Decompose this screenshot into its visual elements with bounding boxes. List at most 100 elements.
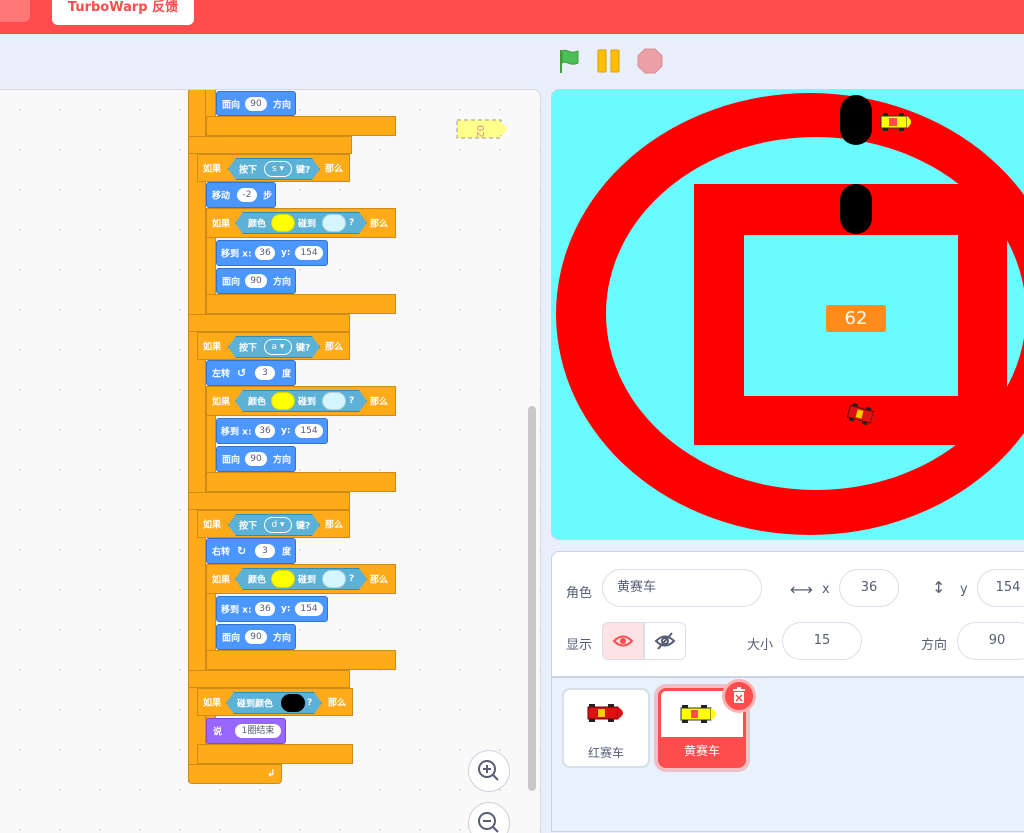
loop-arrow-icon: ↲	[267, 768, 276, 780]
show-hidden-button[interactable]	[644, 622, 686, 660]
if-end-cap	[188, 492, 350, 510]
key-pressed-sensing[interactable]: 按下 d ▾ 键?	[228, 514, 320, 536]
pause-icon[interactable]	[596, 48, 622, 74]
show-visible-button[interactable]	[602, 622, 644, 660]
rotate-right-icon: ↻	[237, 544, 247, 558]
zoom-in-button[interactable]	[468, 750, 510, 792]
zoom-out-icon	[478, 812, 499, 833]
y-axis-icon: ↕	[932, 578, 946, 597]
if-color-touching-block[interactable]: 如果 颜色 碰到 ? 那么	[206, 386, 396, 416]
direction-field[interactable]: 90	[957, 622, 1024, 660]
sprite-card-label: 红赛车	[587, 746, 624, 760]
direction-input[interactable]: 90	[245, 452, 267, 466]
stop-icon[interactable]	[637, 48, 663, 74]
key-pressed-sensing[interactable]: 按下 s ▾ 键?	[228, 158, 320, 180]
stage-canvas[interactable]: 62	[551, 89, 1024, 540]
color-swatch-lightcyan[interactable]	[322, 570, 346, 588]
if-key-a-block[interactable]: 如果 按下 a ▾ 键? 那么	[197, 332, 350, 360]
key-dropdown[interactable]: s ▾	[264, 161, 292, 177]
turn-left-block[interactable]: 左转 ↺ 3 度	[206, 360, 296, 386]
menu-tab[interactable]	[0, 0, 30, 22]
direction-label: 方向	[921, 638, 948, 653]
if-inner-arm	[206, 238, 216, 298]
point-direction-block[interactable]: 面向 90 方向	[216, 268, 296, 294]
x-input[interactable]: 36	[255, 602, 275, 616]
key-dropdown[interactable]: d ▾	[264, 517, 292, 533]
key-dropdown[interactable]: a ▾	[264, 339, 292, 355]
steps-input[interactable]: -2	[237, 188, 257, 202]
sprite-name-field[interactable]: 黄赛车	[602, 569, 762, 607]
color-swatch-black[interactable]	[281, 694, 305, 712]
x-input[interactable]: 36	[255, 424, 275, 438]
delete-sprite-button[interactable]	[722, 679, 756, 713]
say-input[interactable]: 1圈结束	[235, 724, 281, 738]
say-block[interactable]: 说 1圈结束	[206, 718, 286, 744]
feedback-button[interactable]: TurboWarp 反馈	[52, 0, 194, 25]
eye-hidden-icon	[654, 632, 676, 650]
sprite-list-panel: 红赛车 黄赛车	[551, 677, 1024, 832]
color-swatch-lightcyan[interactable]	[322, 214, 346, 232]
trash-icon	[733, 687, 745, 703]
if-end-cap	[188, 314, 350, 332]
turn-input[interactable]: 3	[255, 544, 275, 558]
color-swatch-yellow[interactable]	[271, 392, 295, 410]
show-label: 显示	[566, 638, 593, 653]
color-touching-sensing[interactable]: 颜色 碰到 ?	[235, 390, 367, 412]
workspace-scrollbar[interactable]	[528, 406, 536, 791]
finish-line-inner	[840, 184, 872, 234]
move-steps-block[interactable]: 移动 -2 步	[206, 182, 276, 208]
goto-xy-block[interactable]: 移到 x: 36 y: 154	[216, 240, 328, 266]
menu-bar: TurboWarp 反馈	[0, 0, 1024, 34]
rotate-left-icon: ↺	[237, 366, 247, 380]
stage-controls-bar	[0, 34, 1024, 89]
color-swatch-lightcyan[interactable]	[322, 392, 346, 410]
zoom-in-icon	[478, 760, 499, 781]
red-car-thumbnail-icon	[587, 704, 623, 722]
if-color-touching-block[interactable]: 如果 颜色 碰到 ? 那么	[206, 564, 396, 594]
turn-input[interactable]: 3	[255, 366, 275, 380]
x-field[interactable]: 36	[839, 569, 899, 607]
y-input[interactable]: 154	[295, 602, 323, 616]
y-input[interactable]: 154	[295, 424, 323, 438]
if-color-touching-block[interactable]: 如果 颜色 碰到 ? 那么	[206, 208, 396, 238]
point-direction-block[interactable]: 面向 90 方向	[216, 446, 296, 472]
color-touching-sensing[interactable]: 颜色 碰到 ?	[235, 568, 367, 590]
green-flag-icon[interactable]	[556, 48, 582, 74]
goto-xy-block[interactable]: 移到 x: 36 y: 154	[216, 418, 328, 444]
key-pressed-sensing[interactable]: 按下 a ▾ 键?	[228, 336, 320, 358]
sprite-info-panel: 角色 黄赛车 ⟷ x 36 ↕ y 154 显示 大小 15 方向 90	[551, 551, 1024, 677]
if-end-cap	[197, 744, 353, 764]
sprite-card-red-car[interactable]: 红赛车	[562, 688, 650, 768]
y-label: y	[960, 582, 968, 597]
touching-color-sensing[interactable]: 碰到颜色 ?	[226, 692, 322, 714]
color-swatch-yellow[interactable]	[271, 214, 295, 232]
color-touching-sensing[interactable]: 颜色 碰到 ?	[235, 212, 367, 234]
y-input[interactable]: 154	[295, 246, 323, 260]
point-direction-block[interactable]: 面向 90 方向	[216, 91, 296, 116]
if-end-cap	[188, 136, 352, 154]
if-key-d-block[interactable]: 如果 按下 d ▾ 键? 那么	[197, 510, 350, 538]
color-swatch-yellow[interactable]	[271, 570, 295, 588]
point-direction-block[interactable]: 面向 90 方向	[216, 624, 296, 650]
direction-input[interactable]: 90	[245, 96, 267, 111]
goto-xy-block[interactable]: 移到 x: 36 y: 154	[216, 596, 328, 622]
if-key-s-block[interactable]: 如果 按下 s ▾ 键? 那么	[197, 154, 350, 182]
forever-end-cap: ↲	[188, 764, 282, 784]
code-workspace[interactable]: 面向 90 方向 如果 按下 s ▾ 键? 那么 移动 -2 步 如果 颜色 碰…	[0, 89, 541, 833]
eye-icon	[612, 635, 634, 647]
size-label: 大小	[747, 638, 774, 653]
if-inner-arm	[206, 594, 216, 654]
direction-input[interactable]: 90	[245, 274, 267, 288]
x-input[interactable]: 36	[255, 246, 275, 260]
if-touching-color-block[interactable]: 如果 碰到颜色 ? 那么	[197, 688, 353, 716]
direction-input[interactable]: 90	[245, 630, 267, 644]
if-end-cap	[188, 670, 350, 688]
y-field[interactable]: 154	[977, 569, 1024, 607]
zoom-out-button[interactable]	[468, 802, 510, 833]
turn-right-block[interactable]: 右转 ↻ 3 度	[206, 538, 296, 564]
variable-monitor[interactable]: 62	[826, 305, 886, 332]
yellow-car-sprite[interactable]	[879, 113, 915, 134]
if-end-cap	[206, 116, 396, 136]
size-field[interactable]: 15	[782, 622, 862, 660]
finish-line-outer	[840, 95, 872, 145]
